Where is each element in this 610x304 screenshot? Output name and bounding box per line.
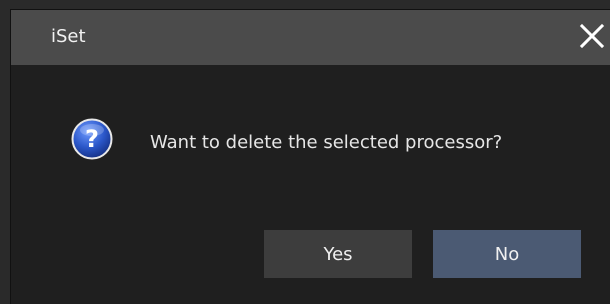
- dialog-body: ? Want to delete the selected processor?…: [11, 65, 610, 304]
- yes-button[interactable]: Yes: [264, 230, 412, 278]
- dialog-message: Want to delete the selected processor?: [150, 132, 503, 153]
- close-icon: [579, 23, 605, 49]
- confirm-dialog: iSet ? Want to delete the selected proce…: [10, 9, 610, 304]
- question-icon: ?: [71, 118, 113, 160]
- window-title: iSet: [51, 26, 86, 47]
- svg-text:?: ?: [85, 125, 99, 153]
- close-button[interactable]: [574, 16, 610, 56]
- no-button[interactable]: No: [433, 230, 581, 278]
- title-bar[interactable]: iSet: [11, 10, 610, 65]
